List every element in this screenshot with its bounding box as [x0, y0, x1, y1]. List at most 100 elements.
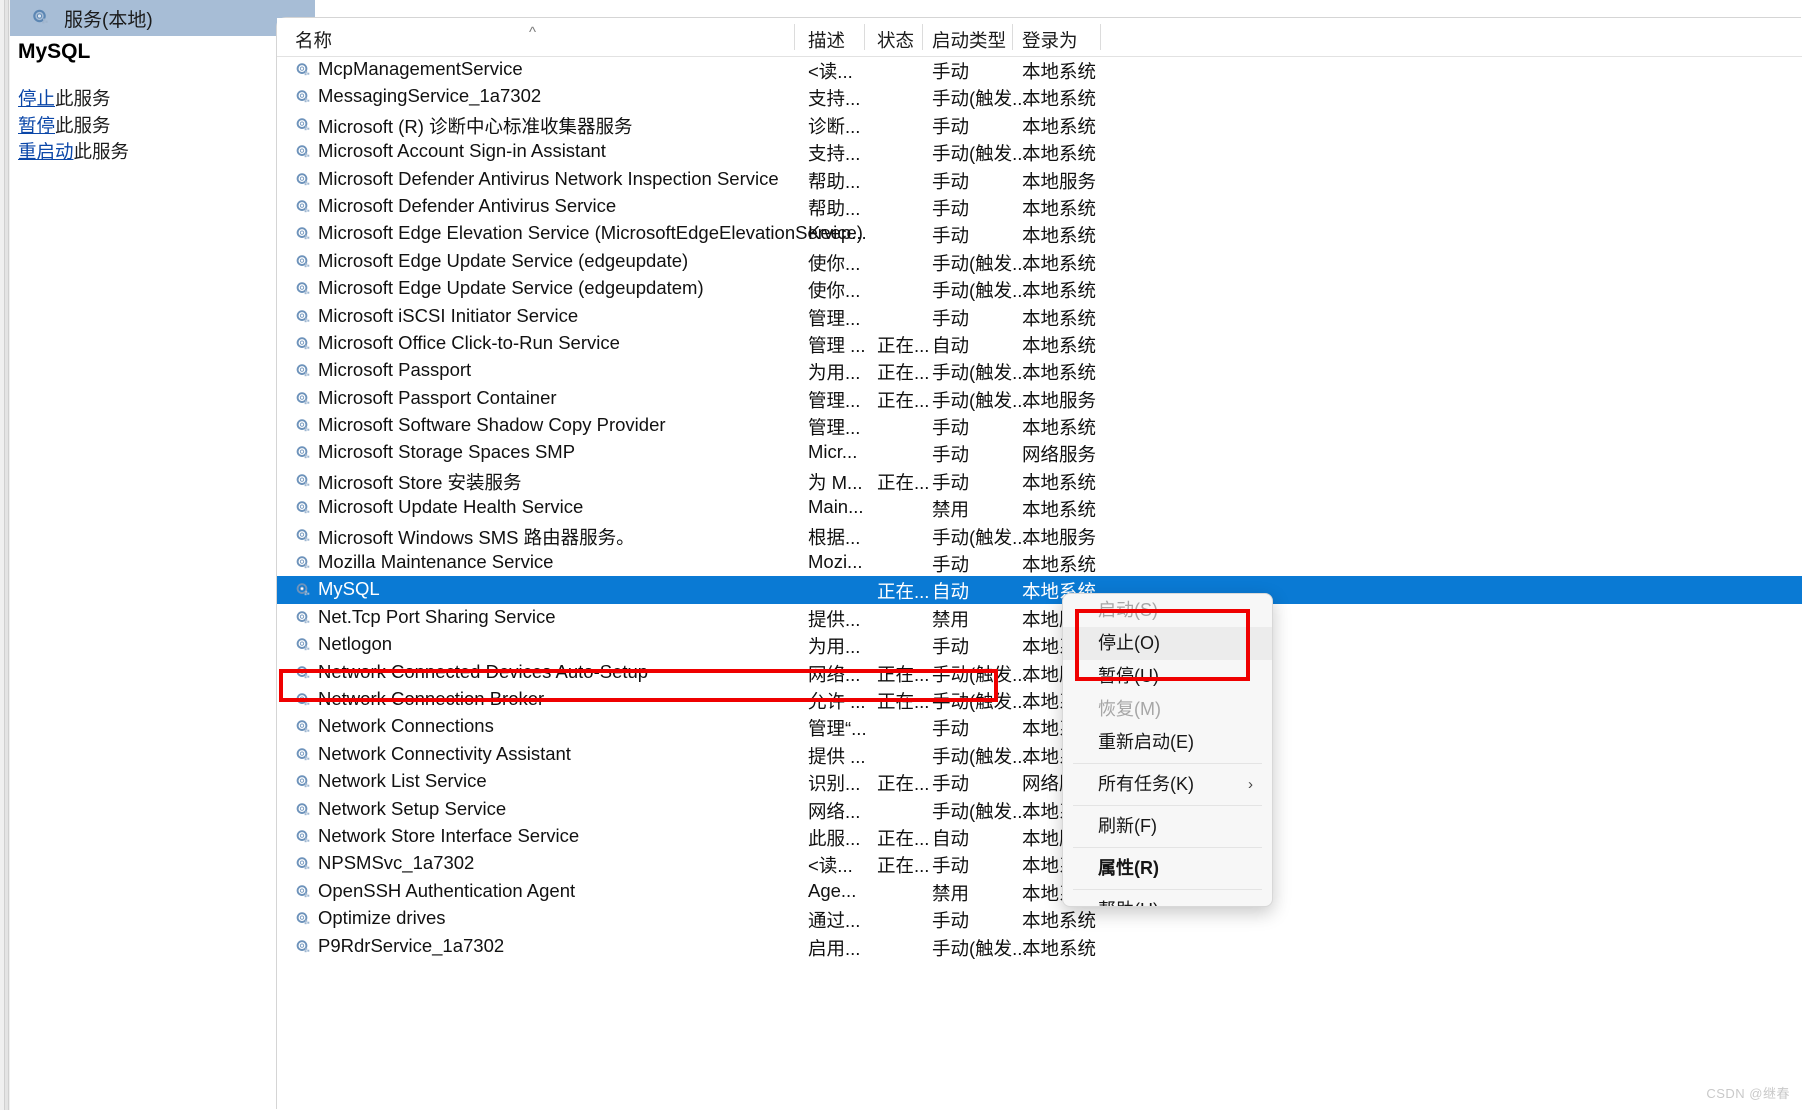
restart-service-link[interactable]: 重启动 [18, 141, 74, 162]
table-row[interactable]: Net.Tcp Port Sharing Service 提供... 禁用 本地服..… [277, 604, 1802, 631]
table-row[interactable]: OpenSSH Authentication Agent Age... 禁用 本地系.… [277, 878, 1802, 905]
table-row[interactable]: Network Connectivity Assistant 提供 ... 手动(触… [277, 741, 1802, 768]
watermark: CSDN @继春 [1706, 1086, 1790, 1101]
table-row[interactable]: Microsoft Passport Container 管理... 正在... 手动… [277, 385, 1802, 412]
column-header-state[interactable]: 状态 [877, 27, 914, 53]
table-row[interactable]: McpManagementService <读... 手动 本地系统 [277, 56, 1802, 83]
service-gear-icon [294, 746, 313, 765]
context-menu-item[interactable]: 暂停(U) [1063, 660, 1272, 693]
cell-startup-type: 手动(触发... [932, 88, 1028, 110]
cell-service-name: Microsoft Office Click-to-Run Service [318, 331, 620, 353]
context-menu-item[interactable]: 属性(R) [1063, 852, 1272, 885]
cell-description: 帮助... [808, 197, 861, 219]
cell-description: 提供... [808, 608, 861, 630]
cell-description: 支持... [808, 143, 861, 165]
cell-log-on-as: 本地系统 [1022, 225, 1097, 247]
context-menu-item[interactable]: 刷新(F) [1063, 810, 1272, 843]
service-context-menu[interactable]: 启动(S) 停止(O) 暂停(U) 恢复(M) 重新启动(E) 所有任务(K) › 刷新(F)… [1062, 593, 1273, 907]
service-gear-icon [294, 116, 313, 135]
table-row[interactable]: Microsoft (R) 诊断中心标准收集器服务 诊断... 手动 本地系统 [277, 111, 1802, 138]
service-gear-icon [294, 417, 313, 436]
service-gear-icon [294, 61, 313, 80]
cell-service-name: Netlogon [318, 633, 393, 655]
column-header-desc[interactable]: 描述 [808, 27, 845, 53]
cell-log-on-as: 本地系统 [1022, 554, 1097, 576]
cell-service-name: Microsoft Windows SMS 路由器服务。 [318, 526, 635, 548]
cell-description: 网络... [808, 663, 861, 685]
column-divider-2[interactable] [864, 24, 865, 50]
cell-service-name: Microsoft iSCSI Initiator Service [318, 304, 579, 326]
table-row[interactable]: Microsoft Windows SMS 路由器服务。 根据... 手动(触发..… [277, 522, 1802, 549]
table-row[interactable]: Microsoft Update Health Service Main... 禁用… [277, 494, 1802, 521]
context-menu-item[interactable]: 帮助(H) [1063, 894, 1272, 906]
table-row[interactable]: Microsoft Defender Antivirus Service 帮助..… [277, 193, 1802, 220]
pause-service-link[interactable]: 暂停 [18, 115, 55, 136]
table-row[interactable]: Microsoft Software Shadow Copy Provider 管… [277, 412, 1802, 439]
table-row[interactable]: P9RdrService_1a7302 启用... 手动(触发... 本地系统 [277, 933, 1802, 960]
service-gear-icon [294, 773, 313, 792]
table-row[interactable]: Microsoft Office Click-to-Run Service 管理 … [277, 330, 1802, 357]
cell-startup-type: 手动 [932, 855, 970, 877]
cell-startup-type: 手动 [932, 636, 970, 658]
column-divider-5[interactable] [1100, 24, 1101, 50]
cell-startup-type: 手动 [932, 471, 970, 493]
table-row[interactable]: Network Connections 管理“... 手动 本地系... [277, 713, 1802, 740]
context-menu-item[interactable]: 停止(O) [1063, 627, 1272, 660]
table-row[interactable]: Microsoft Edge Update Service (edgeupdat… [277, 248, 1802, 275]
cell-description: 诊断... [808, 115, 861, 137]
service-gear-icon [294, 308, 313, 327]
table-row[interactable]: Mozilla Maintenance Service Mozi... 手动 本地系统 [277, 549, 1802, 576]
context-menu-item-label: 恢复(M) [1098, 699, 1161, 719]
cell-log-on-as: 网络服务 [1022, 444, 1097, 466]
cell-log-on-as: 本地系统 [1022, 362, 1097, 384]
table-row[interactable]: Microsoft Defender Antivirus Network Ins… [277, 166, 1802, 193]
cell-status: 正在... [877, 471, 930, 493]
table-row-selected[interactable]: MySQL 正在... 自动 本地系统 [277, 576, 1802, 604]
cell-description: 为用... [808, 636, 861, 658]
table-row[interactable]: Network Connected Devices Auto-Setup 网络..… [277, 659, 1802, 686]
table-row[interactable]: Network Connection Broker 允许 ... 正在... 手动(触… [277, 686, 1802, 713]
table-row[interactable]: Microsoft Store 安装服务 为 M... 正在... 手动 本地系统 [277, 467, 1802, 494]
service-gear-icon [294, 828, 313, 847]
cell-description: 支持... [808, 88, 861, 110]
cell-startup-type: 手动 [932, 115, 970, 137]
column-header-start[interactable]: 启动类型 [932, 27, 1006, 53]
table-row[interactable]: Microsoft Passport 为用... 正在... 手动(触发... 本地系统 [277, 357, 1802, 384]
table-row[interactable]: Netlogon 为用... 手动 本地系... [277, 631, 1802, 658]
context-menu-item[interactable]: 重新启动(E) [1063, 726, 1272, 759]
cell-service-name: Microsoft Passport [318, 359, 472, 381]
stop-service-link[interactable]: 停止 [18, 88, 55, 109]
cell-service-name: P9RdrService_1a7302 [318, 934, 505, 956]
table-row[interactable]: Optimize drives 通过... 手动 本地系统 [277, 905, 1802, 932]
cell-startup-type: 手动(触发... [932, 252, 1028, 274]
table-row[interactable]: Microsoft Edge Elevation Service (Micros… [277, 220, 1802, 247]
table-row[interactable]: Network Store Interface Service 此服... 正在..… [277, 823, 1802, 850]
context-menu-item-label: 暂停(U) [1098, 666, 1159, 686]
table-row[interactable]: NPSMSvc_1a7302 <读... 正在... 手动 本地系... [277, 850, 1802, 877]
table-row[interactable]: Microsoft Account Sign-in Assistant 支持...… [277, 138, 1802, 165]
table-row[interactable]: Microsoft iSCSI Initiator Service 管理... 手动… [277, 303, 1802, 330]
cell-description: 通过... [808, 910, 861, 932]
table-row[interactable]: Network List Service 识别... 正在... 手动 网络服... [277, 768, 1802, 795]
table-row[interactable]: MessagingService_1a7302 支持... 手动(触发... 本地系统 [277, 83, 1802, 110]
cell-log-on-as: 本地服务 [1022, 389, 1097, 411]
column-divider-3[interactable] [922, 24, 923, 50]
table-row[interactable]: Network Setup Service 网络... 手动(触发... 本地系... [277, 796, 1802, 823]
cell-log-on-as: 本地系统 [1022, 937, 1097, 959]
service-gear-icon [294, 910, 313, 929]
cell-startup-type: 自动 [932, 827, 970, 849]
column-header-logon[interactable]: 登录为 [1022, 27, 1078, 53]
cell-service-name: MySQL [318, 578, 380, 600]
column-header-name[interactable]: 名称 [295, 27, 332, 53]
cell-service-name: Network Setup Service [318, 797, 507, 819]
table-row[interactable]: Microsoft Edge Update Service (edgeupdat… [277, 275, 1802, 302]
sort-ascending-icon: ^ [529, 24, 537, 41]
cell-description: 管理... [808, 307, 861, 329]
column-divider-1[interactable] [794, 24, 795, 50]
context-menu-item-label: 属性(R) [1098, 858, 1159, 878]
cell-description: 帮助... [808, 170, 861, 192]
column-divider-4[interactable] [1012, 24, 1013, 50]
table-row[interactable]: Microsoft Storage Spaces SMP Micr... 手动 网络服… [277, 439, 1802, 466]
context-menu-item[interactable]: 所有任务(K) › [1063, 768, 1272, 801]
cell-startup-type: 手动(触发... [932, 362, 1028, 384]
